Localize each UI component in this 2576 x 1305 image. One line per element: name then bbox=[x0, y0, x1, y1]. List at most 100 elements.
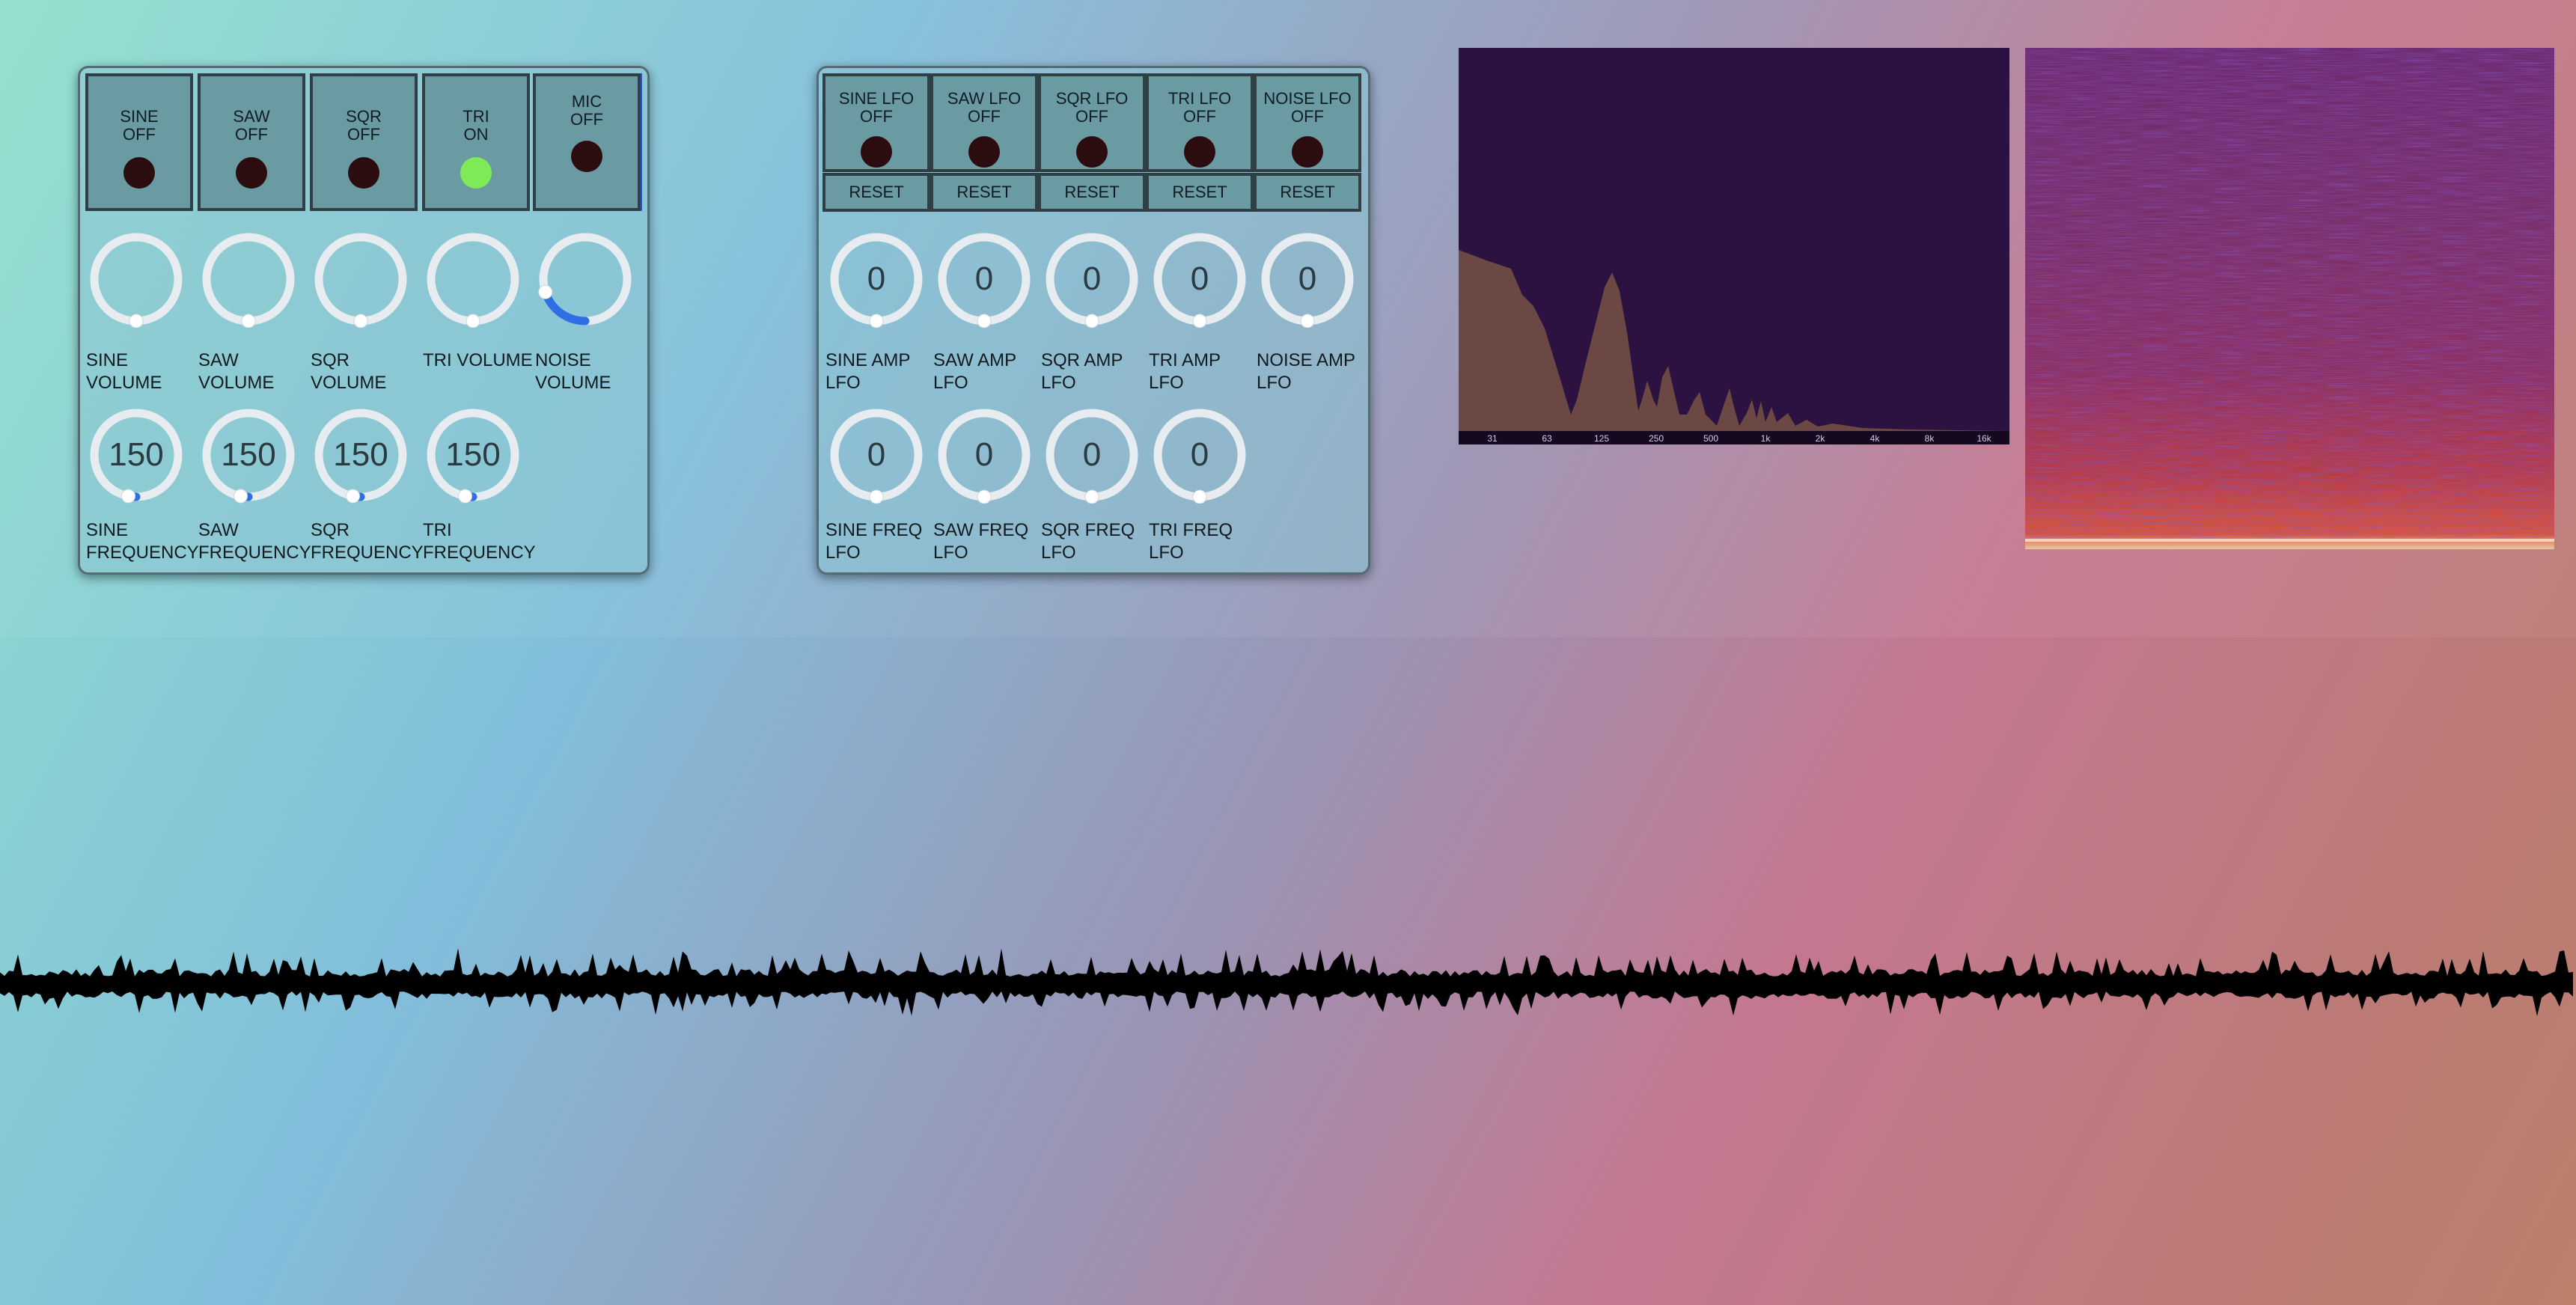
sine-status-led bbox=[861, 136, 892, 168]
sqr-volume-knob[interactable] bbox=[312, 230, 409, 328]
saw-toggle-button[interactable]: SAW LFO OFF bbox=[930, 73, 1038, 172]
sine-toggle-button[interactable]: SINE OFF bbox=[85, 73, 193, 211]
tri-frequency-label: TRI FREQUENCY bbox=[423, 520, 536, 563]
noise-amp-lfo-label: NOISE AMP LFO bbox=[1257, 350, 1356, 393]
tri-toggle-button[interactable]: TRI LFO OFF bbox=[1146, 73, 1254, 172]
spectrum-analyzer: 31 63 125 250 500 1k 2k 4k 8k 16k bbox=[1459, 48, 2009, 444]
tri-status-led bbox=[1184, 136, 1215, 168]
oscillator-panel: SINE OFFSAW OFFSQR OFFTRI ONNOISE ON SIN… bbox=[78, 66, 650, 575]
sine-amp-lfo-knob-value: 0 bbox=[867, 260, 886, 297]
tri-volume-knob[interactable] bbox=[424, 230, 522, 328]
saw-frequency-knob[interactable]: 150 bbox=[200, 406, 297, 504]
sine-frequency-label: SINE FREQUENCY bbox=[86, 520, 199, 563]
sqr-toggle-label: SQR OFF bbox=[346, 107, 382, 144]
sine-amp-lfo-knob[interactable]: 0 bbox=[828, 230, 925, 328]
saw-frequency-knob-value: 150 bbox=[221, 436, 276, 473]
sqr-toggle-label: SQR LFO OFF bbox=[1055, 89, 1129, 126]
sine-toggle-button[interactable]: SINE LFO OFF bbox=[822, 73, 930, 172]
saw-toggle-label: SAW LFO OFF bbox=[947, 89, 1022, 126]
sine-toggle-label: SINE LFO OFF bbox=[838, 89, 915, 126]
sine-freq-lfo-label: SINE FREQ LFO bbox=[825, 520, 923, 563]
sqr-amp-lfo-label: SQR AMP LFO bbox=[1041, 350, 1123, 393]
sine-toggle-label: SINE OFF bbox=[120, 107, 159, 144]
frequency-tick-label: 125 bbox=[1593, 433, 1610, 444]
sine-frequency-knob[interactable]: 150 bbox=[88, 406, 185, 504]
spectrogram-plot bbox=[2025, 48, 2554, 549]
tri-lfo-reset-button[interactable]: RESET bbox=[1146, 173, 1254, 212]
sine-frequency-knob-value: 150 bbox=[109, 436, 164, 473]
sqr-volume-label: SQR VOLUME bbox=[311, 350, 387, 393]
sqr-freq-lfo-knob-value: 0 bbox=[1082, 436, 1102, 473]
noise-volume-label: NOISE VOLUME bbox=[535, 350, 611, 393]
tri-amp-lfo-label: TRI AMP LFO bbox=[1149, 350, 1221, 393]
spectrum-fill bbox=[1459, 250, 2009, 431]
noise-volume-knob[interactable] bbox=[537, 230, 634, 328]
sine-volume-label: SINE VOLUME bbox=[86, 350, 162, 393]
saw-amp-lfo-label: SAW AMP LFO bbox=[933, 350, 1017, 393]
mic-toggle-label: MIC OFF bbox=[570, 92, 603, 129]
sqr-status-led bbox=[1076, 136, 1108, 168]
sqr-frequency-label: SQR FREQUENCY bbox=[311, 520, 424, 563]
frequency-tick-label: 4k bbox=[1870, 433, 1880, 444]
frequency-tick-label: 250 bbox=[1648, 433, 1664, 444]
noise-lfo-reset-button[interactable]: RESET bbox=[1254, 173, 1361, 212]
sqr-status-led bbox=[348, 157, 379, 189]
sqr-amp-lfo-knob[interactable]: 0 bbox=[1043, 230, 1141, 328]
sqr-frequency-knob[interactable]: 150 bbox=[312, 406, 409, 504]
tri-freq-lfo-knob[interactable]: 0 bbox=[1151, 406, 1248, 504]
saw-lfo-reset-button[interactable]: RESET bbox=[930, 173, 1038, 212]
tri-toggle-label: TRI ON bbox=[463, 107, 489, 144]
tri-freq-lfo-label: TRI FREQ LFO bbox=[1149, 520, 1233, 563]
saw-volume-knob[interactable] bbox=[200, 230, 297, 328]
sqr-freq-lfo-label: SQR FREQ LFO bbox=[1041, 520, 1135, 563]
waveform-trace bbox=[0, 948, 2573, 1016]
noise-toggle-button[interactable]: NOISE LFO OFF bbox=[1254, 73, 1361, 172]
spectrum-plot bbox=[1459, 250, 2009, 431]
mic-status-led bbox=[571, 141, 602, 172]
waveform bbox=[0, 948, 2573, 1016]
sqr-frequency-knob-value: 150 bbox=[333, 436, 388, 473]
sine-volume-knob[interactable] bbox=[88, 230, 185, 328]
tri-toggle-button[interactable]: TRI ON bbox=[422, 73, 530, 211]
tri-amp-lfo-knob-value: 0 bbox=[1190, 260, 1209, 297]
noise-status-led bbox=[1292, 136, 1323, 168]
frequency-tick-label: 16k bbox=[1977, 433, 1991, 444]
tri-amp-lfo-knob[interactable]: 0 bbox=[1151, 230, 1248, 328]
frequency-tick-label: 31 bbox=[1487, 433, 1498, 444]
tri-frequency-knob[interactable]: 150 bbox=[424, 406, 522, 504]
sqr-amp-lfo-knob-value: 0 bbox=[1082, 260, 1102, 297]
tri-frequency-knob-value: 150 bbox=[445, 436, 501, 473]
saw-freq-lfo-label: SAW FREQ LFO bbox=[933, 520, 1029, 563]
sqr-freq-lfo-knob[interactable]: 0 bbox=[1043, 406, 1141, 504]
saw-freq-lfo-knob[interactable]: 0 bbox=[936, 406, 1033, 504]
saw-toggle-button[interactable]: SAW OFF bbox=[198, 73, 305, 211]
frequency-tick-label: 8k bbox=[1924, 433, 1935, 444]
saw-amp-lfo-knob[interactable]: 0 bbox=[936, 230, 1033, 328]
sine-status-led bbox=[123, 157, 155, 189]
tri-freq-lfo-knob-value: 0 bbox=[1190, 436, 1209, 473]
saw-status-led bbox=[968, 136, 1000, 168]
frequency-tick-label: 2k bbox=[1815, 433, 1825, 444]
saw-amp-lfo-knob-value: 0 bbox=[974, 260, 994, 297]
saw-freq-lfo-knob-value: 0 bbox=[974, 436, 994, 473]
tri-status-led bbox=[460, 157, 492, 189]
sqr-toggle-button[interactable]: SQR OFF bbox=[310, 73, 418, 211]
sqr-toggle-button[interactable]: SQR LFO OFF bbox=[1038, 73, 1146, 172]
lfo-panel: SINE LFO OFF RESET SAW LFO OFF RESET SQR LFO… bbox=[817, 66, 1370, 575]
tri-toggle-label: TRI LFO OFF bbox=[1168, 89, 1232, 126]
sine-lfo-reset-button[interactable]: RESET bbox=[822, 173, 930, 212]
frequency-axis: 31 63 125 250 500 1k 2k 4k 8k 16k bbox=[1459, 431, 2009, 444]
sine-freq-lfo-knob[interactable]: 0 bbox=[828, 406, 925, 504]
saw-toggle-label: SAW OFF bbox=[233, 107, 270, 144]
tri-volume-label: TRI VOLUME bbox=[423, 350, 533, 370]
frequency-tick-label: 1k bbox=[1760, 433, 1771, 444]
sine-freq-lfo-knob-value: 0 bbox=[867, 436, 886, 473]
sqr-lfo-reset-button[interactable]: RESET bbox=[1038, 173, 1146, 212]
spectrogram bbox=[2025, 48, 2554, 549]
frequency-tick-label: 500 bbox=[1703, 433, 1719, 444]
sine-amp-lfo-label: SINE AMP LFO bbox=[825, 350, 911, 393]
mic-toggle-button[interactable]: MIC OFF bbox=[533, 73, 641, 211]
noise-amp-lfo-knob[interactable]: 0 bbox=[1259, 230, 1356, 328]
frequency-tick-label: 63 bbox=[1542, 433, 1552, 444]
saw-volume-label: SAW VOLUME bbox=[198, 350, 275, 393]
